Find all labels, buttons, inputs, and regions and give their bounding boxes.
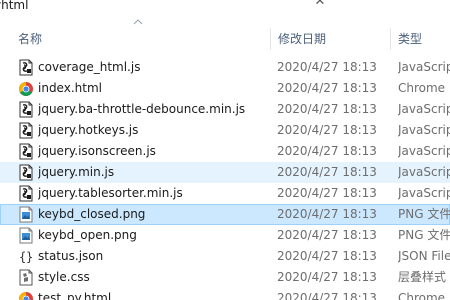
column-header-date[interactable]: 修改日期 [278,31,326,47]
file-modified-date: 2020/4/27 18:13 [277,207,377,221]
chrome-html-icon [18,80,34,97]
file-row[interactable]: style.css 2020/4/27 18:13 层叠样式 [0,267,450,288]
file-modified-date: 2020/4/27 18:13 [277,165,377,179]
column-divider[interactable] [390,28,391,50]
file-name: jquery.isonscreen.js [38,144,156,158]
file-name: jquery.tablesorter.min.js [38,186,183,200]
file-type: JavaScrip [398,186,450,200]
file-modified-date: 2020/4/27 18:13 [277,249,377,263]
file-type: JavaScrip [398,144,450,158]
file-name: test_py.html [38,291,112,300]
file-row[interactable]: index.html 2020/4/27 18:13 Chrome H [0,78,450,99]
file-type: 层叠样式 [398,270,447,284]
file-name: jquery.ba-throttle-debounce.min.js [38,102,246,116]
file-row[interactable]: keybd_open.png 2020/4/27 18:13 PNG 文件 [0,225,450,246]
file-row[interactable]: jquery.ba-throttle-debounce.min.js 2020/4… [0,99,450,120]
file-modified-date: 2020/4/27 18:13 [277,291,377,300]
file-row[interactable]: coverage_html.js 2020/4/27 18:13 JavaScrip [0,57,450,78]
close-icon[interactable]: ✕ [313,0,327,9]
column-divider[interactable] [270,28,271,50]
file-type: Chrome H [398,291,450,300]
file-name: jquery.min.js [38,165,115,179]
file-name: jquery.hotkeys.js [38,123,139,137]
file-list: coverage_html.js 2020/4/27 18:13 JavaScrip… [0,57,450,300]
chrome-html-icon [18,290,34,300]
js-file-icon [18,143,34,160]
file-row[interactable]: jquery.min.js 2020/4/27 18:13 JavaScrip [0,162,450,183]
file-row[interactable]: jquery.hotkeys.js 2020/4/27 18:13 JavaScri… [0,120,450,141]
file-type: JavaScrip [398,165,450,179]
file-modified-date: 2020/4/27 18:13 [277,123,377,137]
file-type: JavaScrip [398,60,450,74]
file-row[interactable]: test_py.html 2020/4/27 18:13 Chrome H [0,288,450,300]
file-row[interactable]: {} status.json 2020/4/27 18:13 JSON File [0,246,450,267]
js-file-icon [18,59,34,76]
file-name: keybd_closed.png [38,207,146,221]
file-row[interactable]: jquery.tablesorter.min.js 2020/4/27 18:13… [0,183,450,204]
file-type: JavaScrip [398,102,450,116]
column-header-type[interactable]: 类型 [398,31,422,47]
file-type: Chrome H [398,81,450,95]
file-row[interactable]: jquery.isonscreen.js 2020/4/27 18:13 JavaS… [0,141,450,162]
file-name: coverage_html.js [38,60,141,74]
css-file-icon [18,269,34,286]
json-file-icon: {} [18,248,34,265]
js-file-icon [18,101,34,118]
png-image-icon [18,227,34,244]
column-header-row: 名称 修改日期 类型 [0,26,450,53]
file-type: JSON File [398,249,450,263]
file-modified-date: 2020/4/27 18:13 [277,270,377,284]
file-explorer-window: vhtml ✕ 名称 修改日期 类型 coverage_html.js 2020/… [0,0,450,300]
file-name: keybd_open.png [38,228,137,242]
file-row[interactable]: keybd_closed.png 2020/4/27 18:13 PNG 文件 [0,204,450,225]
folder-path-bar: vhtml ✕ [0,0,450,16]
file-modified-date: 2020/4/27 18:13 [277,102,377,116]
column-header-name[interactable]: 名称 [18,31,42,47]
file-name: status.json [38,249,104,263]
png-image-icon [18,206,34,223]
js-file-icon [18,185,34,202]
folder-name: vhtml [0,0,29,12]
file-type: PNG 文件 [398,207,450,221]
file-modified-date: 2020/4/27 18:13 [277,144,377,158]
file-modified-date: 2020/4/27 18:13 [277,81,377,95]
svg-text:}: } [26,250,33,264]
js-file-icon [18,164,34,181]
file-modified-date: 2020/4/27 18:13 [277,228,377,242]
js-file-icon [18,122,34,139]
file-modified-date: 2020/4/27 18:13 [277,186,377,200]
file-modified-date: 2020/4/27 18:13 [277,60,377,74]
file-name: style.css [38,270,90,284]
file-type: JavaScrip [398,123,450,137]
file-type: PNG 文件 [398,228,450,242]
sort-ascending-icon [133,19,143,25]
file-name: index.html [38,81,102,95]
